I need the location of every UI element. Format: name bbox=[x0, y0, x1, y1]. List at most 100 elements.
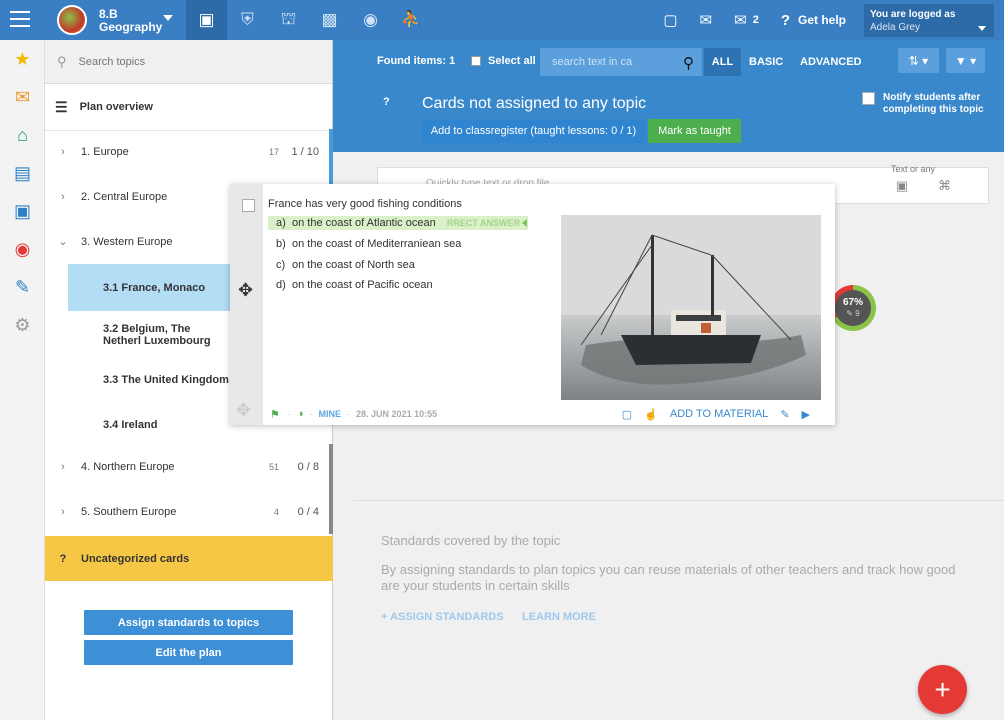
user-menu[interactable]: You are logged as Adela Grey bbox=[864, 3, 994, 37]
filter-button[interactable]: ▼ ▾ bbox=[946, 48, 985, 73]
card-search-input[interactable]: search text in ca ⚲ bbox=[540, 48, 702, 76]
book-icon[interactable]: ▤ bbox=[0, 154, 45, 192]
pen-icon[interactable]: ✎ bbox=[0, 268, 45, 306]
mark-as-taught-button[interactable]: Mark as taught bbox=[648, 119, 741, 143]
open-book-icon[interactable]: ▣ bbox=[0, 192, 45, 230]
thumbs-up-icon[interactable]: ☝ bbox=[644, 408, 658, 421]
edit-plan-button[interactable]: Edit the plan bbox=[84, 640, 293, 665]
cast-icon[interactable]: ▢ bbox=[622, 408, 632, 421]
answer-option[interactable]: c) on the coast of North sea bbox=[268, 258, 528, 272]
filter-basic-tab[interactable]: BASIC bbox=[749, 48, 783, 76]
institution-icon[interactable]: ⛫ bbox=[268, 0, 309, 40]
chevron-right-icon[interactable]: › bbox=[45, 506, 81, 518]
checkbox-icon[interactable] bbox=[471, 56, 481, 66]
divider bbox=[353, 500, 1004, 501]
chevron-down-icon[interactable] bbox=[163, 15, 173, 21]
add-to-classregister-button[interactable]: Add to classregister (taught lessons: 0 … bbox=[422, 119, 645, 143]
select-all-checkbox[interactable]: Select all bbox=[471, 55, 536, 67]
play-icon[interactable]: ▶ bbox=[802, 408, 810, 421]
search-topics-input[interactable] bbox=[78, 55, 279, 68]
image-icon[interactable]: ▣ bbox=[896, 178, 908, 194]
topic-progress: 0 / 8 bbox=[297, 460, 319, 473]
select-all-label: Select all bbox=[488, 55, 536, 67]
shield-icon[interactable]: ⛨ bbox=[227, 0, 268, 40]
topic-card-count: 4 bbox=[273, 506, 279, 517]
standards-description: By assigning standards to plan topics yo… bbox=[381, 562, 956, 593]
chat-icon[interactable]: ✉ bbox=[700, 11, 713, 29]
add-fab-button[interactable]: + bbox=[918, 665, 967, 714]
plan-overview-label: Plan overview bbox=[79, 101, 153, 113]
search-icon[interactable]: ⚲ bbox=[683, 54, 694, 72]
topic-item[interactable]: › 5. Southern Europe 4 0 / 4 bbox=[45, 489, 333, 534]
topic-label: 3. Western Europe bbox=[81, 235, 173, 248]
logged-as-label: You are logged as bbox=[870, 8, 956, 20]
success-rate-chart[interactable]: 67% ✎ 9 bbox=[830, 285, 876, 331]
topic-item[interactable]: › 4. Northern Europe 51 0 / 8 bbox=[45, 444, 333, 489]
filter-all-tab[interactable]: ALL bbox=[704, 48, 741, 76]
assign-standards-link[interactable]: + ASSIGN STANDARDS bbox=[381, 611, 504, 623]
subtopic-label: 3.2 Belgium, The Netherl Luxembourg bbox=[103, 322, 211, 347]
star-icon[interactable]: ★ bbox=[0, 40, 45, 78]
answer-text: on the coast of Mediterraniean sea bbox=[292, 238, 462, 250]
notify-students-checkbox[interactable]: Notify students after completing this to… bbox=[862, 92, 993, 116]
uncategorized-cards-item[interactable]: ? Uncategorized cards bbox=[45, 536, 333, 581]
home-icon[interactable]: ⌂ bbox=[0, 116, 45, 154]
filter-advanced-tab[interactable]: ADVANCED bbox=[800, 48, 862, 76]
answer-option[interactable]: a) on the coast of Atlantic ocean RRECT … bbox=[268, 216, 528, 230]
question-text: France has very good fishing conditions bbox=[268, 198, 462, 210]
separator-dot: · bbox=[347, 409, 351, 419]
question-card[interactable]: ✥ ✥ France has very good fishing conditi… bbox=[230, 184, 835, 425]
correct-answer-tag: RRECT ANSWER bbox=[446, 218, 520, 228]
get-help-label: Get help bbox=[797, 13, 846, 27]
topic-label: 4. Northern Europe bbox=[81, 460, 175, 473]
move-cursor-icon[interactable]: ✥ bbox=[238, 280, 253, 301]
speedometer-icon[interactable]: ◉ bbox=[350, 0, 391, 40]
assign-standards-button[interactable]: Assign standards to topics bbox=[84, 610, 293, 635]
owner-badge: MINE bbox=[318, 409, 342, 419]
answer-option[interactable]: b) on the coast of Mediterraniean sea bbox=[268, 237, 528, 251]
chevron-down-icon bbox=[978, 25, 986, 31]
checkbox-icon[interactable] bbox=[862, 92, 875, 105]
sort-icon: ⇅ ▾ bbox=[908, 53, 929, 68]
topic-card-count: 51 bbox=[268, 461, 279, 472]
subtopic-label: 3.1 France, Monaco bbox=[103, 281, 206, 294]
answer-option[interactable]: d) on the coast of Pacific ocean bbox=[268, 278, 528, 292]
briefcase-icon[interactable]: ▣ bbox=[186, 0, 227, 40]
card-checkbox[interactable] bbox=[242, 199, 255, 212]
notify-label: Notify students after completing this to… bbox=[883, 92, 984, 115]
chevron-down-icon[interactable]: ⌄ bbox=[45, 235, 81, 248]
chevron-right-icon[interactable]: › bbox=[45, 191, 81, 203]
card-search-placeholder: search text in ca bbox=[552, 56, 633, 68]
hiking-icon[interactable]: ⛹ bbox=[391, 0, 432, 40]
chevron-right-icon[interactable]: › bbox=[45, 461, 81, 473]
chat-bubbles-icon[interactable]: ◉ bbox=[0, 230, 45, 268]
fishing-boat-image[interactable] bbox=[561, 215, 821, 400]
plan-overview-item[interactable]: ☰ Plan overview bbox=[45, 84, 332, 131]
envelope-icon[interactable]: ✉ bbox=[0, 78, 45, 116]
get-help-button[interactable]: ? Get help bbox=[781, 12, 846, 29]
search-icon: ⚲ bbox=[57, 53, 67, 69]
tag-icon[interactable]: ⚑ bbox=[270, 408, 280, 421]
class-avatar[interactable] bbox=[57, 5, 87, 35]
answer-text: on the coast of Atlantic ocean bbox=[292, 217, 436, 229]
card-handle[interactable]: ✥ ✥ bbox=[230, 184, 263, 425]
topic-progress: 1 / 10 bbox=[291, 145, 319, 158]
bar-chart-icon[interactable]: ▩ bbox=[309, 0, 350, 40]
pencil-icon[interactable]: ✎ bbox=[780, 408, 789, 421]
drag-icon[interactable]: ✥ bbox=[236, 400, 251, 421]
topic-item[interactable]: › 1. Europe 17 1 / 10 bbox=[45, 129, 333, 174]
paperclip-icon[interactable]: ⌘ bbox=[938, 178, 951, 194]
menu-icon[interactable] bbox=[10, 11, 30, 29]
help-icon[interactable]: ? bbox=[383, 96, 390, 108]
subtopic-label: 3.3 The United Kingdom bbox=[103, 373, 229, 386]
sort-button[interactable]: ⇅ ▾ bbox=[898, 48, 939, 73]
gear-icon[interactable]: ⚙ bbox=[0, 306, 45, 344]
topic-label: 5. Southern Europe bbox=[81, 505, 177, 518]
cast-icon[interactable]: ▢ bbox=[663, 11, 677, 29]
class-selector[interactable]: 8.B Geography bbox=[99, 8, 162, 34]
add-to-material-button[interactable]: ADD TO MATERIAL bbox=[670, 408, 768, 420]
globe-icon[interactable]: ◑ bbox=[297, 408, 304, 420]
mail-button[interactable]: ✉ 2 bbox=[734, 11, 759, 29]
chevron-right-icon[interactable]: › bbox=[45, 146, 81, 158]
learn-more-link[interactable]: LEARN MORE bbox=[522, 611, 596, 623]
